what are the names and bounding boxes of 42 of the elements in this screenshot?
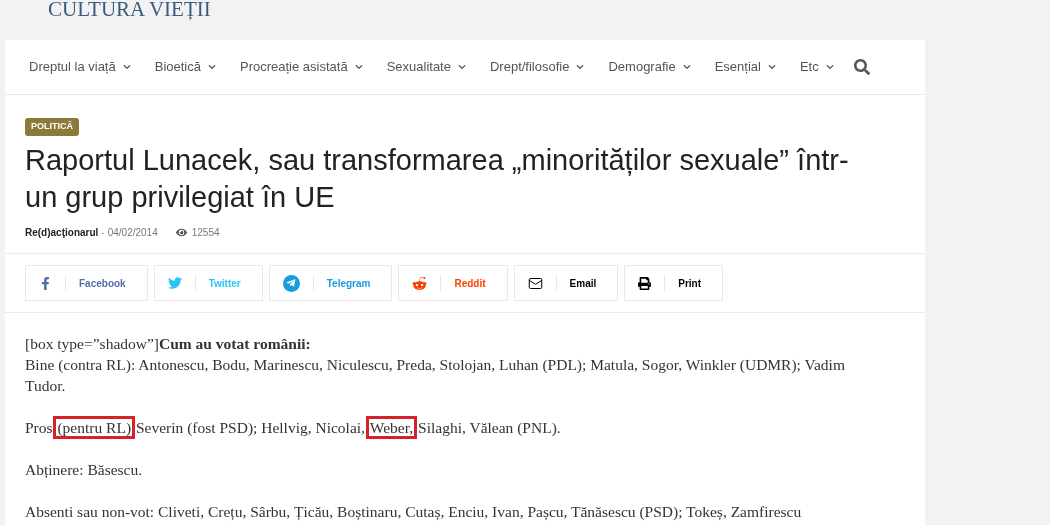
menu-item[interactable]: Bioetică (154, 57, 216, 77)
menu-item[interactable]: Dreptul la viață (29, 57, 131, 77)
author-name[interactable]: Re(d)acţionarul (25, 225, 99, 240)
share-button[interactable]: Print (624, 265, 724, 301)
chevron-icon (576, 63, 585, 71)
search-icon[interactable] (853, 59, 870, 75)
share-button[interactable]: Facebook (25, 265, 148, 301)
body-paragraph: [box type=”shadow”]Cum au votat românii: (25, 334, 312, 354)
chevron-icon (825, 63, 834, 71)
chevron-icon (682, 63, 691, 71)
menu-item[interactable]: Esențial (714, 57, 776, 77)
body-paragraph: Pros (pentru RL) Severin (fost PSD); Hellvig, Nicolai, Weber, Silaghi, Vălean (PNL). (25, 417, 885, 438)
eye-icon (175, 227, 187, 238)
body-paragraph: Abținere: Băsescu. (25, 460, 144, 480)
chevron-icon (767, 63, 776, 71)
category-tag[interactable]: POLITICĂ (25, 118, 79, 136)
paper-plane-icon (282, 274, 300, 292)
print-icon (638, 276, 652, 290)
chevron-icon (457, 63, 466, 71)
body-paragraph: Absenti sau non-vot: Cliveti, Crețu, Sârbu, Țicău, Boștinaru, Cutaș, Enciu, Ivan, Pașcu, Tănăsescu (PSD); Tokeș, Zamfirescu (25, 502, 803, 522)
site-logo[interactable]: CULTURA VIEȚII (48, 0, 1050, 18)
menu-item[interactable]: Demografie (608, 57, 691, 77)
menu-item[interactable]: Sexualitate (386, 57, 466, 77)
chevron-icon (207, 63, 216, 71)
share-button[interactable]: Reddit (398, 265, 508, 301)
bird-icon (167, 276, 182, 290)
body-paragraph: Bine (contra RL): Antonescu, Bodu, Marinescu, Niculescu, Preda, Stolojan, Luhan (PDL); Matula, Sogor, Winkler (UDMR); Vadim Tudor. (25, 355, 846, 396)
menu-item[interactable]: Etc (799, 57, 834, 77)
highlight-frame: (pentru RL) (56, 419, 133, 436)
chevron-icon (122, 63, 131, 71)
menu-item[interactable]: Drept/filosofie (489, 57, 585, 77)
alien-icon (412, 275, 428, 291)
chevron-icon (354, 63, 363, 71)
highlight-frame: Weber, (368, 419, 415, 436)
mail-icon (527, 275, 543, 291)
article-title: Raportul Lunacek, sau transformarea „minorităților sexuale” într-un grup privilegiat în UE (25, 143, 850, 215)
view-count: 12554 (191, 226, 220, 240)
menu-item[interactable]: Procreație asistată (239, 57, 363, 77)
post-date: 04/02/2014 (107, 226, 158, 240)
meta-separator: - (101, 226, 105, 240)
facebook-icon (39, 276, 52, 290)
share-button[interactable]: Email (513, 265, 619, 301)
